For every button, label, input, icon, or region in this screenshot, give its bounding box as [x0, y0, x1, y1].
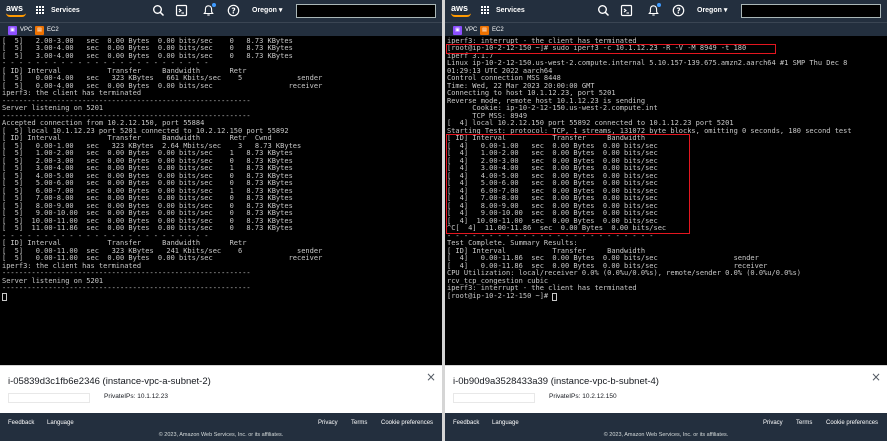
aws-logo-text: aws: [451, 3, 469, 13]
cloudshell-icon[interactable]: [620, 4, 633, 17]
footer-cookie-link[interactable]: Cookie preferences: [381, 419, 433, 427]
search-icon[interactable]: [152, 4, 165, 17]
private-ip-label: PrivateIPs: 10.2.12.150: [549, 393, 617, 400]
region-selector[interactable]: Oregon ▾: [252, 5, 282, 16]
session-terminal[interactable]: iperf3: interrupt - the client has termi…: [445, 36, 887, 365]
footer-feedback-link[interactable]: Feedback: [453, 419, 479, 427]
footer-feedback-link[interactable]: Feedback: [8, 419, 34, 427]
services-menu[interactable]: Services: [51, 5, 80, 16]
aws-logo-text: aws: [6, 3, 24, 13]
favorites-bar: ▣ VPC ▤ EC2: [445, 22, 887, 36]
instance-title: i-0b90d9a3528433a39 (instance-vpc-b-subn…: [453, 376, 659, 387]
console-footer: Feedback Language Privacy Terms Cookie p…: [0, 413, 442, 441]
terminal-line: ----------------------------------------…: [2, 284, 251, 292]
vpc-icon: ▣: [453, 25, 462, 35]
right-console-pane: aws Services ? Oregon ▾ ▣ VPC ▤ EC2 iper…: [445, 0, 887, 441]
favorite-label: EC2: [492, 27, 504, 33]
region-selector[interactable]: Oregon ▾: [697, 5, 727, 16]
terminal-cursor: [2, 292, 7, 301]
account-menu-redacted[interactable]: [296, 4, 436, 18]
aws-top-nav: aws Services ? Oregon ▾: [0, 0, 442, 22]
footer-privacy-link[interactable]: Privacy: [763, 419, 783, 427]
services-menu[interactable]: Services: [496, 5, 525, 16]
favorite-vpc[interactable]: ▣ VPC: [453, 25, 477, 35]
command-highlight-box: [446, 44, 776, 54]
instance-title: i-05839d3c1fb6e2346 (instance-vpc-a-subn…: [8, 376, 211, 387]
account-menu-redacted[interactable]: [741, 4, 881, 18]
footer-copyright: © 2023, Amazon Web Services, Inc. or its…: [603, 432, 729, 438]
aws-logo[interactable]: aws: [6, 2, 28, 19]
ec2-icon: ▤: [480, 25, 489, 35]
footer-terms-link[interactable]: Terms: [796, 419, 812, 427]
redacted-field: [8, 393, 90, 403]
footer-cookie-link[interactable]: Cookie preferences: [826, 419, 878, 427]
private-ip-label: PrivateIPs: 10.1.12.23: [104, 393, 168, 400]
results-highlight-box: [446, 134, 690, 234]
svg-text:?: ?: [676, 6, 680, 15]
aws-top-nav: aws Services ? Oregon ▾: [445, 0, 887, 22]
console-footer: Feedback Language Privacy Terms Cookie p…: [445, 413, 887, 441]
notification-dot: [657, 3, 661, 7]
favorite-label: VPC: [465, 27, 478, 33]
terminal-cursor: [552, 292, 558, 301]
help-icon[interactable]: ?: [227, 4, 240, 17]
cloudshell-icon[interactable]: [175, 4, 188, 17]
footer-privacy-link[interactable]: Privacy: [318, 419, 338, 427]
vpc-icon: ▣: [8, 25, 17, 35]
footer-terms-link[interactable]: Terms: [351, 419, 367, 427]
close-icon[interactable]: ×: [871, 371, 881, 383]
help-icon[interactable]: ?: [672, 4, 685, 17]
left-console-pane: aws Services ? Oregon ▾ ▣ VPC ▤ EC2 [ 5]…: [0, 0, 442, 441]
redacted-field: [453, 393, 535, 403]
aws-smile-mark: [451, 13, 471, 17]
aws-smile-mark: [6, 13, 26, 17]
favorite-label: VPC: [20, 27, 33, 33]
terminal-line: [root@ip-10-2-12-150 ~]#: [447, 291, 553, 300]
services-grid-icon[interactable]: [36, 6, 45, 15]
aws-logo[interactable]: aws: [451, 2, 473, 19]
footer-copyright: © 2023, Amazon Web Services, Inc. or its…: [158, 432, 284, 438]
instance-info-panel: i-05839d3c1fb6e2346 (instance-vpc-a-subn…: [0, 365, 442, 413]
footer-language-link[interactable]: Language: [492, 419, 519, 427]
notification-dot: [212, 3, 216, 7]
ec2-icon: ▤: [35, 25, 44, 35]
services-grid-icon[interactable]: [481, 6, 490, 15]
favorite-ec2[interactable]: ▤ EC2: [480, 25, 504, 35]
close-icon[interactable]: ×: [426, 371, 436, 383]
search-icon[interactable]: [597, 4, 610, 17]
favorites-bar: ▣ VPC ▤ EC2: [0, 22, 442, 36]
instance-info-panel: i-0b90d9a3528433a39 (instance-vpc-b-subn…: [445, 365, 887, 413]
session-terminal[interactable]: [ 5] 2.00-3.00 sec 0.00 Bytes 0.00 bits/…: [0, 36, 442, 365]
favorite-vpc[interactable]: ▣ VPC: [8, 25, 32, 35]
favorite-label: EC2: [47, 27, 59, 33]
favorite-ec2[interactable]: ▤ EC2: [35, 25, 59, 35]
svg-text:?: ?: [231, 6, 235, 15]
footer-language-link[interactable]: Language: [47, 419, 74, 427]
